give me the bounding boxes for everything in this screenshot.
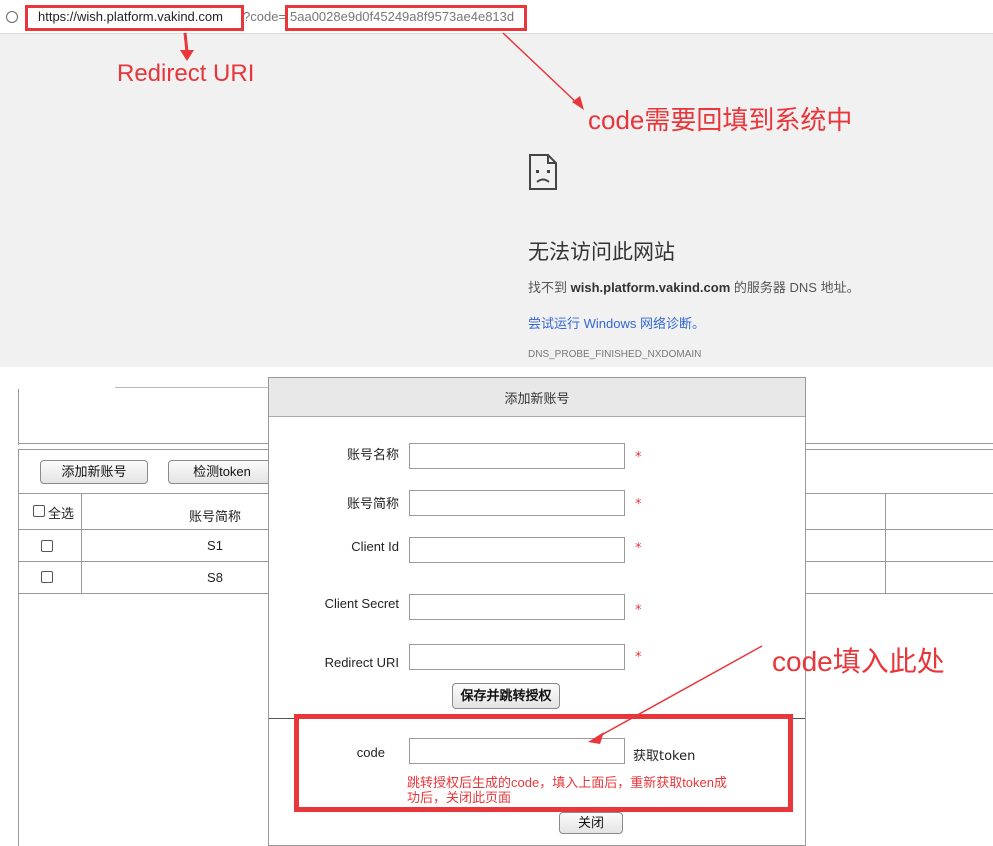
code-fill-arrow [588,645,763,744]
code-fill-here-annotation: code填入此处 [772,646,945,677]
